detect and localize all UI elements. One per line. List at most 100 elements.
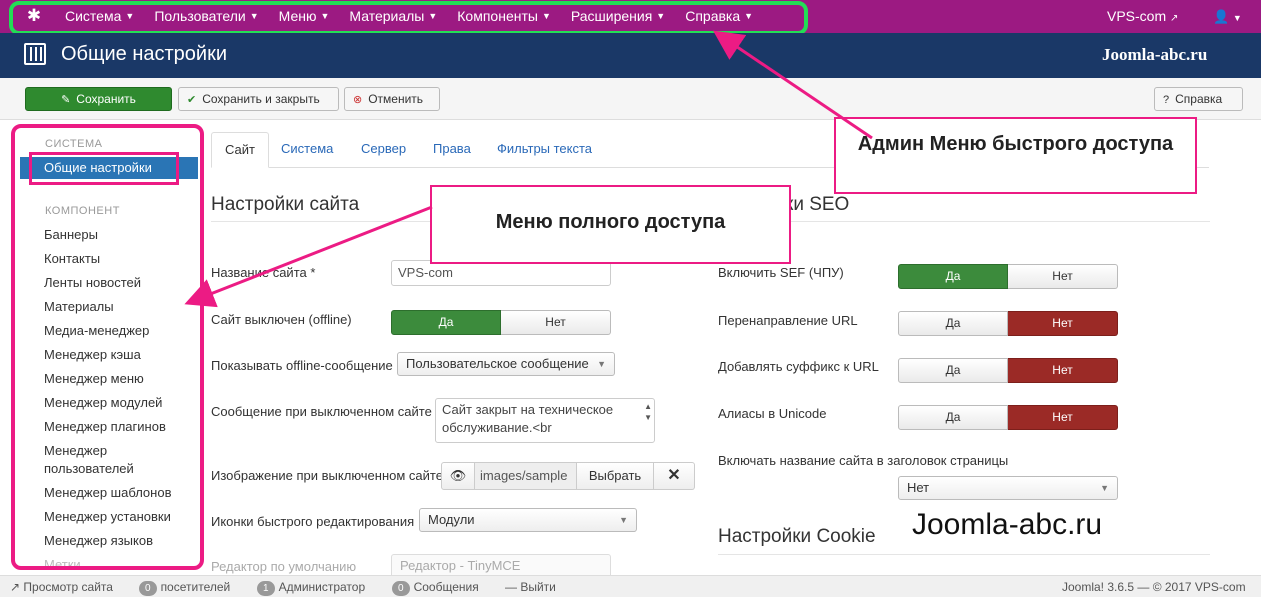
- title-bar: Общие настройки Joomla-abc.ru: [0, 33, 1261, 78]
- yes-option[interactable]: Да: [898, 311, 1008, 336]
- divider: [718, 554, 1210, 555]
- visitors-status[interactable]: 0 посетителей: [139, 576, 230, 598]
- unicode-aliases-label: Алиасы в Unicode: [718, 406, 827, 421]
- eye-icon[interactable]: 👁: [441, 462, 475, 490]
- quick-edit-select[interactable]: Модули ▼: [419, 508, 637, 532]
- view-site-label: Просмотр сайта: [23, 580, 113, 594]
- tab-system[interactable]: Система: [268, 132, 346, 168]
- minus-icon: —: [505, 580, 517, 594]
- admin-menu-callout: Админ Меню быстрого доступа: [834, 117, 1197, 194]
- url-suffix-toggle[interactable]: Да Нет: [898, 358, 1118, 383]
- logout-label: Выйти: [520, 580, 556, 594]
- status-bar: ↗ Просмотр сайта 0 посетителей 1 Администр…: [0, 575, 1261, 597]
- messages-label: Сообщения: [413, 580, 479, 594]
- check-icon: ✔: [187, 94, 197, 106]
- url-rewrite-toggle[interactable]: Да Нет: [898, 311, 1118, 336]
- sef-toggle[interactable]: Да Нет: [898, 264, 1118, 289]
- question-icon: ?: [1163, 94, 1170, 106]
- active-item-highlight: [29, 152, 179, 185]
- offline-image-path[interactable]: images/sample: [475, 462, 577, 490]
- editor-value: Редактор - TinyMCE: [400, 558, 521, 573]
- cookie-settings-heading: Настройки Cookie: [718, 526, 876, 547]
- offline-message-textarea[interactable]: Сайт закрыт на техническое обслуживание.…: [435, 398, 655, 443]
- save-label: Сохранить: [76, 92, 136, 106]
- divider: [718, 221, 1210, 222]
- quick-edit-label: Иконки быстрого редактирования: [211, 514, 415, 529]
- help-button[interactable]: ? Справка: [1154, 87, 1243, 111]
- offline-image-field: 👁 images/sample Выбрать ✕: [441, 462, 695, 490]
- view-site-link[interactable]: VPS-com ↗: [1107, 0, 1178, 35]
- offline-message-label: Сообщение при выключенном сайте: [211, 404, 432, 419]
- brand-text: Joomla-abc.ru: [1102, 45, 1208, 64]
- tab-text-filters[interactable]: Фильтры текста: [484, 132, 605, 168]
- sitename-in-title-value: Нет: [907, 480, 930, 495]
- show-offline-select[interactable]: Пользовательское сообщение ▼: [397, 352, 615, 376]
- save-close-label: Сохранить и закрыть: [202, 92, 320, 106]
- quick-edit-value: Модули: [428, 512, 475, 527]
- messages-badge: 0: [392, 581, 410, 596]
- scroll-arrows-icon[interactable]: ▲ ▼: [644, 401, 652, 423]
- chevron-down-icon: ▼: [1232, 13, 1242, 23]
- user-icon: 👤: [1213, 9, 1230, 24]
- visitors-badge: 0: [139, 581, 157, 596]
- no-option[interactable]: Нет: [501, 310, 611, 335]
- sef-label: Включить SEF (ЧПУ): [718, 265, 844, 280]
- offline-toggle[interactable]: Да Нет: [391, 310, 611, 335]
- admins-label: Администратор: [278, 580, 366, 594]
- version-text: Joomla! 3.6.5 — © 2017 VPS-com: [1062, 580, 1246, 594]
- admins-status[interactable]: 1 Администратор: [257, 576, 365, 598]
- cancel-label: Отменить: [368, 92, 424, 106]
- toolbar: ✎ Сохранить ✔ Сохранить и закрыть ⊗ Отменит…: [0, 78, 1261, 120]
- external-link-icon: ↗: [10, 580, 21, 594]
- external-link-icon: ↗: [1170, 13, 1179, 24]
- unicode-aliases-toggle[interactable]: Да Нет: [898, 405, 1118, 430]
- caret-down-icon: ▼: [619, 515, 628, 525]
- caret-down-icon: ▼: [1100, 483, 1109, 493]
- yes-option[interactable]: Да: [898, 405, 1008, 430]
- url-suffix-label: Добавлять суффикс к URL: [718, 359, 879, 374]
- full-menu-highlight: [11, 124, 204, 570]
- visitors-label: посетителей: [160, 580, 231, 594]
- sitename-in-title-select[interactable]: Нет ▼: [898, 476, 1118, 500]
- no-option[interactable]: Нет: [1008, 311, 1118, 336]
- show-offline-label: Показывать offline-сообщение: [211, 358, 393, 373]
- no-option[interactable]: Нет: [1008, 405, 1118, 430]
- tab-site[interactable]: Сайт: [211, 132, 269, 168]
- edit-icon: ✎: [61, 94, 71, 106]
- admin-menu-highlight: [9, 1, 808, 35]
- full-menu-callout: Меню полного доступа: [430, 185, 791, 264]
- page-title: Общие настройки: [61, 43, 227, 65]
- url-rewrite-label: Перенаправление URL: [718, 313, 858, 328]
- cancel-button[interactable]: ⊗ Отменить: [344, 87, 440, 111]
- sitename-in-title-label: Включать название сайта в заголовок стра…: [718, 453, 1009, 468]
- clear-icon[interactable]: ✕: [654, 462, 695, 490]
- view-site-footer-link[interactable]: ↗ Просмотр сайта: [10, 576, 113, 598]
- seo-settings-heading: ки SEO: [785, 194, 850, 215]
- tab-permissions[interactable]: Права: [420, 132, 484, 168]
- yes-option[interactable]: Да: [898, 264, 1008, 289]
- cancel-icon: ⊗: [353, 94, 363, 106]
- site-name: VPS-com: [1107, 8, 1167, 24]
- save-close-button[interactable]: ✔ Сохранить и закрыть: [178, 87, 339, 111]
- help-label: Справка: [1175, 92, 1223, 106]
- site-name-label: Название сайта *: [211, 265, 316, 280]
- editor-label: Редактор по умолчанию: [211, 559, 357, 574]
- yes-option[interactable]: Да: [391, 310, 501, 335]
- offline-label: Сайт выключен (offline): [211, 312, 352, 327]
- site-settings-heading: Настройки сайта: [211, 194, 360, 215]
- settings-sliders-icon: [24, 43, 46, 65]
- save-button[interactable]: ✎ Сохранить: [25, 87, 172, 111]
- admins-badge: 1: [257, 581, 275, 596]
- offline-image-label: Изображение при выключенном сайте: [211, 468, 443, 483]
- show-offline-value: Пользовательское сообщение: [406, 356, 589, 371]
- offline-message-value: Сайт закрыт на техническое обслуживание.…: [442, 402, 614, 435]
- user-menu[interactable]: 👤 ▼: [1213, 0, 1242, 35]
- no-option[interactable]: Нет: [1008, 264, 1118, 289]
- brand-watermark: Joomla-abc.ru: [912, 508, 1103, 541]
- yes-option[interactable]: Да: [898, 358, 1008, 383]
- messages-status[interactable]: 0 Сообщения: [392, 576, 479, 598]
- choose-button[interactable]: Выбрать: [577, 462, 654, 490]
- tab-server[interactable]: Сервер: [348, 132, 419, 168]
- no-option[interactable]: Нет: [1008, 358, 1118, 383]
- logout-link[interactable]: — Выйти: [505, 576, 556, 598]
